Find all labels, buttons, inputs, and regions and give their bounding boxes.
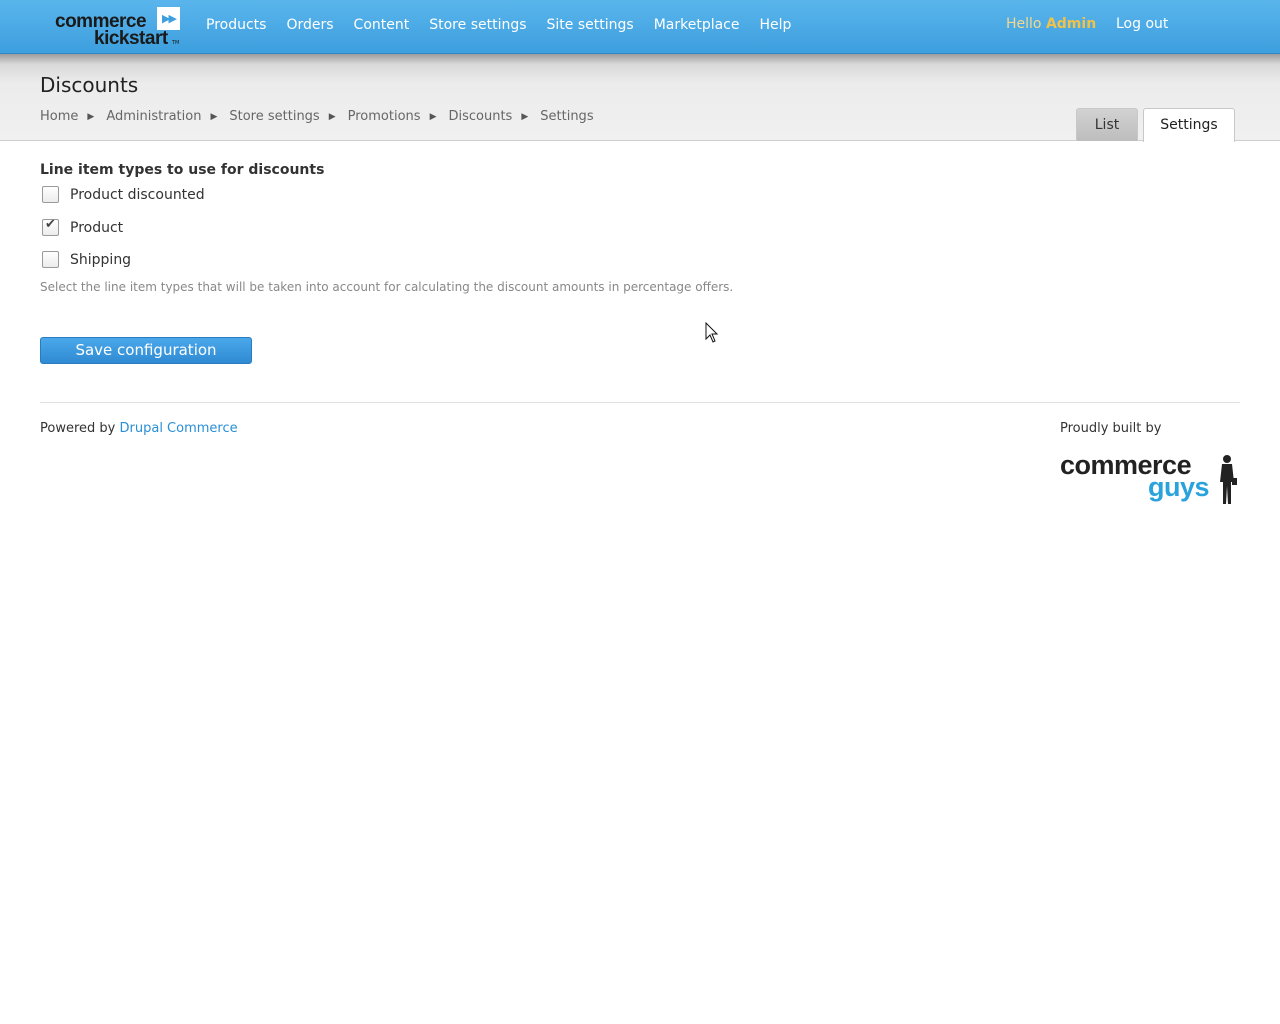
mouse-cursor-icon	[705, 322, 719, 343]
nav-help[interactable]: Help	[760, 17, 792, 33]
top-bar: commerce kickstart ▶▶ TM Products Orders…	[0, 0, 1280, 54]
tab-list[interactable]: List	[1076, 108, 1138, 141]
businessman-icon	[1220, 455, 1237, 504]
option-product[interactable]: ✔ Product	[40, 217, 123, 236]
product-checkbox[interactable]: ✔	[42, 217, 59, 236]
nav-products[interactable]: Products	[206, 17, 266, 33]
greeting-prefix: Hello	[1006, 16, 1042, 32]
breadcrumb-separator-icon: ▶	[521, 111, 529, 122]
tab-settings[interactable]: Settings	[1143, 108, 1235, 142]
greeting: Hello Admin	[1006, 16, 1096, 32]
logo-text-line2: kickstart	[94, 28, 168, 49]
logo-trademark: TM	[172, 40, 180, 46]
breadcrumb-administration[interactable]: Administration	[106, 109, 201, 124]
breadcrumb-home[interactable]: Home	[40, 109, 78, 124]
nav-content[interactable]: Content	[354, 17, 410, 33]
commerce-kickstart-logo[interactable]: commerce kickstart ▶▶ TM	[55, 7, 181, 49]
breadcrumb-separator-icon: ▶	[87, 111, 95, 122]
drupal-commerce-link[interactable]: Drupal Commerce	[120, 421, 238, 436]
shipping-checkbox[interactable]	[42, 251, 59, 268]
line-item-types-legend: Line item types to use for discounts	[40, 162, 325, 178]
breadcrumb-separator-icon: ▶	[328, 111, 336, 122]
powered-by: Powered by Drupal Commerce	[40, 421, 238, 436]
main-nav: Products Orders Content Store settings S…	[206, 17, 791, 33]
cg-logo-word2: guys	[1148, 472, 1210, 502]
field-description: Select the line item types that will be …	[40, 280, 734, 294]
option-shipping[interactable]: Shipping	[40, 251, 131, 268]
checkmark-icon: ✔	[45, 217, 56, 232]
breadcrumb-discounts[interactable]: Discounts	[448, 109, 512, 124]
fast-forward-icon: ▶▶	[157, 7, 180, 30]
nav-site-settings[interactable]: Site settings	[547, 17, 634, 33]
built-by-label: Proudly built by	[1060, 421, 1162, 436]
breadcrumb-separator-icon: ▶	[210, 111, 218, 122]
option-label[interactable]: Shipping	[70, 252, 131, 268]
save-configuration-button[interactable]: Save configuration	[40, 337, 252, 364]
breadcrumb-settings: Settings	[540, 109, 594, 124]
breadcrumb-separator-icon: ▶	[429, 111, 437, 122]
page-title: Discounts	[40, 73, 139, 97]
logout-link[interactable]: Log out	[1116, 16, 1168, 32]
powered-by-prefix: Powered by	[40, 421, 116, 436]
nav-store-settings[interactable]: Store settings	[429, 17, 526, 33]
option-label[interactable]: Product	[70, 220, 123, 236]
nav-marketplace[interactable]: Marketplace	[654, 17, 740, 33]
commerce-guys-logo[interactable]: commerce guys	[1060, 452, 1240, 508]
footer-divider	[40, 402, 1240, 403]
product-discounted-checkbox[interactable]	[42, 186, 59, 203]
greeting-username[interactable]: Admin	[1046, 16, 1096, 32]
option-product-discounted[interactable]: Product discounted	[40, 186, 205, 203]
nav-orders[interactable]: Orders	[286, 17, 333, 33]
option-label[interactable]: Product discounted	[70, 187, 205, 203]
breadcrumb-promotions[interactable]: Promotions	[348, 109, 421, 124]
breadcrumb: Home ▶ Administration ▶ Store settings ▶…	[40, 109, 594, 124]
breadcrumb-store-settings[interactable]: Store settings	[229, 109, 319, 124]
